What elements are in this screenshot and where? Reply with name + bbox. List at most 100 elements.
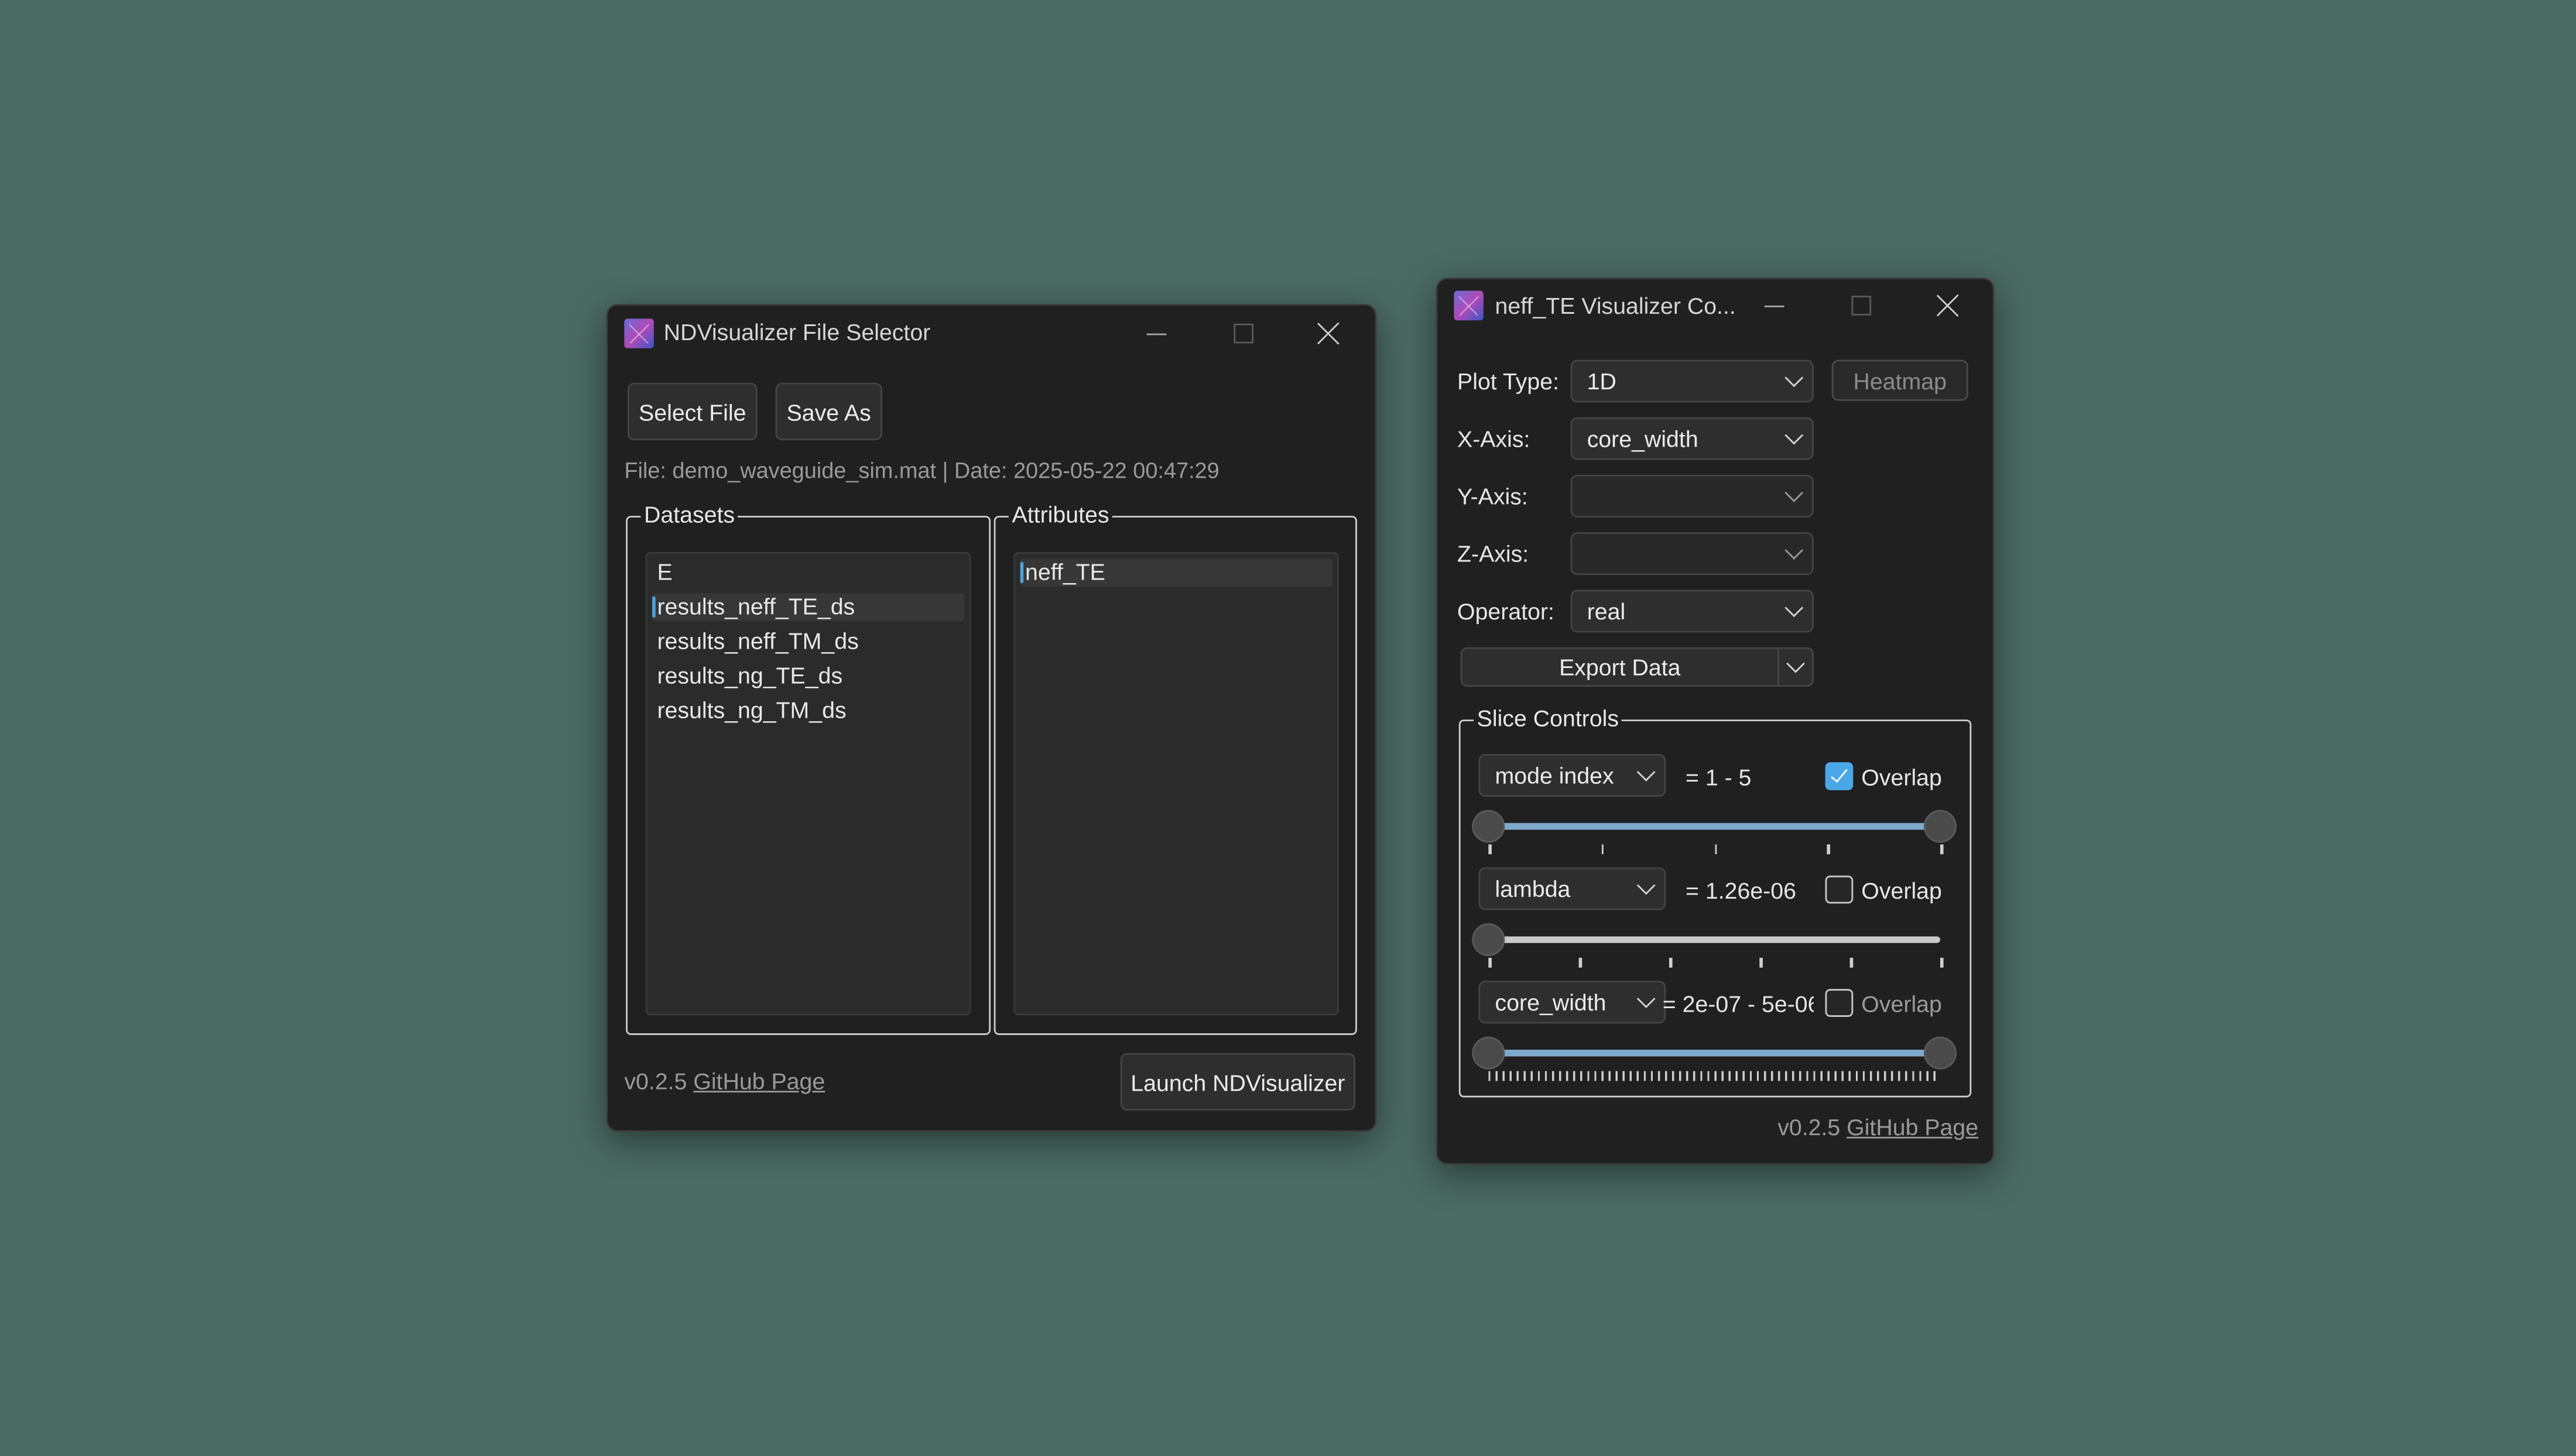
- slider-tick: [1759, 957, 1762, 968]
- attributes-label: Attributes: [1008, 501, 1113, 527]
- github-link[interactable]: GitHub Page: [693, 1068, 825, 1094]
- overlap-label: Overlap: [1861, 877, 1942, 904]
- slider-tick: [1669, 957, 1672, 968]
- heatmap-button[interactable]: Heatmap: [1831, 359, 1968, 401]
- attributes-list[interactable]: neff_TE: [1013, 551, 1339, 1016]
- save-as-button[interactable]: Save As: [775, 382, 882, 441]
- slice-dimension-value: core_width: [1495, 989, 1606, 1016]
- overlap-checkbox[interactable]: [1825, 762, 1854, 790]
- list-item[interactable]: results_neff_TM_ds: [652, 628, 964, 656]
- file-selector-titlebar[interactable]: NDVisualizer File Selector: [608, 306, 1375, 361]
- y-axis-select[interactable]: [1570, 474, 1814, 518]
- version-text: v0.2.5 GitHub Page: [1777, 1114, 1978, 1140]
- chevron-down-icon: [1636, 989, 1656, 1008]
- x-axis-label: X-Axis:: [1457, 425, 1530, 452]
- version-text: v0.2.5 GitHub Page: [624, 1068, 825, 1094]
- visualizer-window: neff_TE Visualizer Co... Plot Type: 1D H…: [1436, 278, 1995, 1165]
- maximize-icon[interactable]: [1234, 323, 1254, 344]
- overlap-label: Overlap: [1861, 763, 1942, 790]
- version-number: v0.2.5: [624, 1067, 687, 1094]
- slice-controls-label: Slice Controls: [1474, 704, 1622, 731]
- plot-type-label: Plot Type:: [1457, 368, 1560, 395]
- slider-ticks: [1488, 844, 1943, 855]
- slider-tick: [1849, 957, 1852, 968]
- operator-value: real: [1587, 598, 1626, 625]
- list-item[interactable]: results_ng_TM_ds: [652, 697, 964, 725]
- slice-controls-group: Slice Controls mode index = 1 - 5 Overla…: [1458, 704, 1972, 1098]
- slice-dimension-select[interactable]: core_width: [1478, 981, 1666, 1024]
- window-title: NDVisualizer File Selector: [663, 318, 931, 345]
- minimize-icon[interactable]: [1764, 305, 1784, 307]
- overlap-checkbox[interactable]: [1825, 875, 1854, 904]
- x-axis-value: core_width: [1587, 425, 1698, 452]
- chevron-down-icon: [1784, 483, 1804, 502]
- slider-tick: [1827, 844, 1830, 855]
- operator-select[interactable]: real: [1570, 590, 1814, 633]
- slider-handle[interactable]: [1472, 810, 1505, 843]
- slider-ticks: [1488, 1071, 1941, 1081]
- file-selector-window: NDVisualizer File Selector Select File S…: [606, 304, 1377, 1132]
- slice-dimension-select[interactable]: mode index: [1478, 753, 1666, 797]
- window-title: neff_TE Visualizer Co...: [1495, 292, 1736, 319]
- slider-handle[interactable]: [1923, 810, 1957, 843]
- app-icon: [624, 318, 654, 348]
- overlap-label: Overlap: [1861, 991, 1942, 1017]
- plot-type-select[interactable]: 1D: [1570, 359, 1814, 403]
- slider-tick: [1578, 957, 1581, 968]
- slider-tick: [1601, 844, 1604, 855]
- slider-handle[interactable]: [1923, 1036, 1957, 1070]
- slider-fill: [1488, 1050, 1941, 1057]
- slice-range-slider[interactable]: [1472, 808, 1957, 858]
- slice-dimension-select[interactable]: lambda: [1478, 867, 1666, 910]
- version-number: v0.2.5: [1777, 1114, 1841, 1140]
- slider-tick: [1488, 957, 1491, 968]
- launch-ndvisualizer-button[interactable]: Launch NDVisualizer: [1120, 1053, 1356, 1111]
- z-axis-select[interactable]: [1570, 532, 1814, 575]
- plot-type-value: 1D: [1587, 368, 1616, 395]
- slider-handle[interactable]: [1472, 923, 1505, 957]
- operator-label: Operator:: [1457, 598, 1554, 625]
- app-icon: [1454, 290, 1484, 321]
- slider-tick: [1714, 844, 1717, 855]
- x-axis-select[interactable]: core_width: [1570, 417, 1814, 460]
- chevron-down-icon: [1636, 876, 1656, 895]
- export-data-button[interactable]: Export Data: [1460, 647, 1780, 687]
- slider-track: [1488, 936, 1941, 943]
- slider-tick: [1940, 957, 1943, 968]
- list-item[interactable]: results_neff_TE_ds: [652, 593, 965, 621]
- chevron-down-icon: [1784, 541, 1804, 560]
- slice-dimension-value: lambda: [1495, 875, 1571, 902]
- chevron-down-icon: [1784, 426, 1804, 445]
- list-item[interactable]: neff_TE: [1020, 559, 1332, 587]
- slice-range-slider[interactable]: [1472, 921, 1954, 971]
- minimize-icon[interactable]: [1146, 333, 1167, 335]
- datasets-list[interactable]: E results_neff_TE_ds results_neff_TM_ds …: [645, 551, 971, 1016]
- list-item[interactable]: results_ng_TE_ds: [652, 662, 964, 690]
- list-item[interactable]: E: [652, 559, 964, 587]
- close-icon[interactable]: [1937, 294, 1960, 317]
- select-file-button[interactable]: Select File: [627, 382, 758, 441]
- slider-fill: [1488, 823, 1941, 830]
- slider-handle[interactable]: [1472, 1036, 1505, 1070]
- overlap-checkbox[interactable]: [1825, 989, 1854, 1017]
- datasets-group: Datasets E results_neff_TE_ds results_ne…: [626, 501, 991, 1035]
- slider-tick: [1488, 844, 1491, 855]
- slider-tick: [1940, 844, 1943, 855]
- github-link[interactable]: GitHub Page: [1847, 1114, 1978, 1140]
- maximize-icon[interactable]: [1851, 296, 1872, 316]
- slice-range-slider[interactable]: [1472, 1035, 1957, 1084]
- slice-value-text: = 2e-07 - 5e-06: [1662, 991, 1814, 1017]
- slider-ticks: [1488, 957, 1943, 968]
- export-dropdown-button[interactable]: [1777, 647, 1814, 687]
- datasets-label: Datasets: [640, 501, 738, 527]
- visualizer-titlebar[interactable]: neff_TE Visualizer Co...: [1437, 279, 1992, 335]
- close-icon[interactable]: [1317, 322, 1340, 345]
- desktop: NDVisualizer File Selector Select File S…: [0, 0, 2576, 1455]
- file-info: File: demo_waveguide_sim.mat | Date: 202…: [624, 458, 1220, 483]
- chevron-down-icon: [1636, 762, 1656, 782]
- slice-value-text: = 1.26e-06: [1686, 877, 1797, 904]
- chevron-down-icon: [1784, 368, 1804, 388]
- chevron-down-icon: [1784, 598, 1804, 618]
- slice-dimension-value: mode index: [1495, 762, 1614, 789]
- attributes-group: Attributes neff_TE: [994, 501, 1357, 1035]
